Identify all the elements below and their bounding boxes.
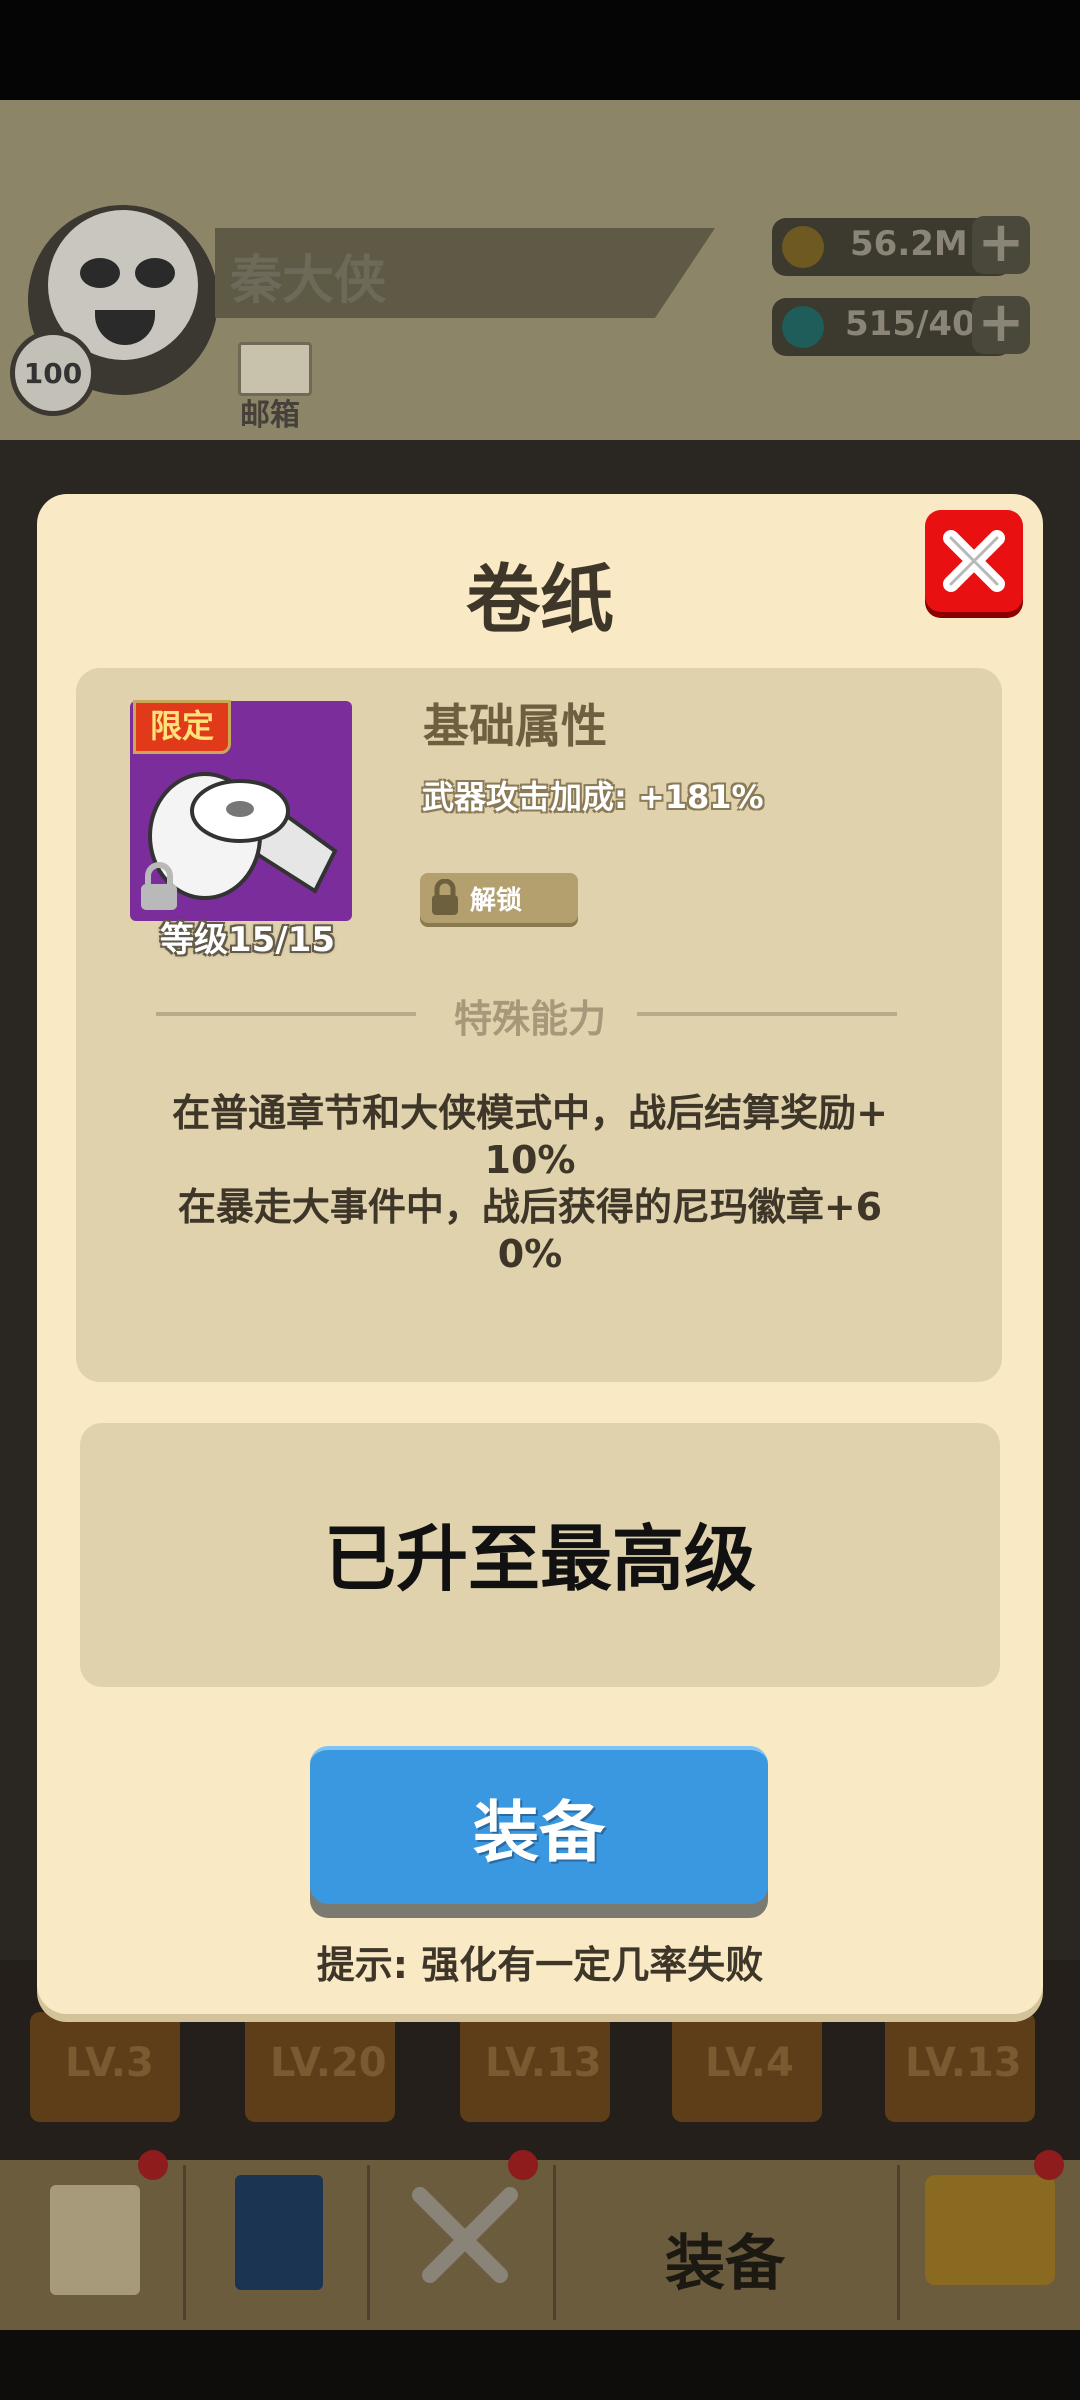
description-line: 在暴走大事件中，战后获得的尼玛徽章+6 <box>177 1185 883 1229</box>
close-x-icon <box>943 530 1005 592</box>
special-ability-title: 特殊能力 <box>453 997 606 1041</box>
weapon-attack-bonus: 武器攻击加成: +181% <box>422 778 764 816</box>
nav-divider <box>553 2165 556 2320</box>
nav-cultivation-book-icon[interactable] <box>235 2175 323 2290</box>
bottom-nav <box>0 2160 1080 2330</box>
nav-divider <box>897 2165 900 2320</box>
base-attribute-title: 基础属性 <box>423 699 607 753</box>
lock-icon <box>141 862 177 910</box>
nav-task-scroll-icon[interactable] <box>50 2185 140 2295</box>
avatar-eye-right <box>135 258 175 288</box>
equipment-card-level: LV.13 <box>905 2040 1022 2086</box>
close-button[interactable] <box>925 510 1023 612</box>
special-ability-description: 在普通章节和大侠模式中，战后结算奖励+ 10% 在暴走大事件中，战后获得的尼玛徽… <box>130 1090 930 1278</box>
equip-button-label: 装备 <box>473 1794 605 1871</box>
gold-amount: 56.2M <box>850 224 968 264</box>
equipment-card-level: LV.3 <box>65 2040 154 2086</box>
equipment-card-level: LV.20 <box>270 2040 387 2086</box>
unlock-label: 解锁 <box>470 885 523 916</box>
description-line: 0% <box>497 1232 563 1276</box>
nav-divider <box>367 2165 370 2320</box>
add-gems-button[interactable]: + <box>972 295 1030 354</box>
add-gold-button[interactable]: + <box>972 215 1030 274</box>
equipment-card-level: LV.13 <box>485 2040 602 2086</box>
description-line: 在普通章节和大侠模式中，战后结算奖励+ <box>172 1091 888 1135</box>
gem-icon <box>782 306 824 348</box>
nav-divider <box>183 2165 186 2320</box>
coin-icon <box>782 226 824 268</box>
nav-swords-icon[interactable] <box>410 2185 520 2295</box>
mailbox-label: 邮箱 <box>240 398 300 433</box>
player-name: 秦大侠 <box>230 251 387 311</box>
nav-equipment-tab[interactable]: 装备 <box>665 2215 785 2302</box>
system-nav-bar <box>0 2330 1080 2400</box>
item-level: 等级15/15 <box>159 920 336 960</box>
notification-dot <box>1034 2150 1064 2180</box>
divider-right <box>637 1012 897 1016</box>
notification-dot <box>138 2150 168 2180</box>
notification-dot <box>508 2150 538 2180</box>
equip-button[interactable]: 装备 <box>310 1746 768 1904</box>
description-line: 10% <box>484 1138 576 1182</box>
avatar-eye-left <box>80 258 120 288</box>
mailbox-icon[interactable] <box>238 342 312 396</box>
equipment-card-level: LV.4 <box>705 2040 794 2086</box>
limited-tag: 限定 <box>133 700 231 754</box>
modal-title: 卷纸 <box>466 557 614 643</box>
unlock-button[interactable]: 解锁 <box>420 873 578 923</box>
gems-amount: 515/40 <box>845 304 976 344</box>
nav-shop-icon[interactable] <box>925 2175 1055 2285</box>
hint-text: 提示: 强化有一定几率失败 <box>316 1943 764 1987</box>
lock-icon <box>432 879 458 915</box>
max-level-text: 已升至最高级 <box>323 1517 756 1601</box>
status-bar <box>0 0 1080 100</box>
player-level-badge: 100 <box>10 330 96 416</box>
